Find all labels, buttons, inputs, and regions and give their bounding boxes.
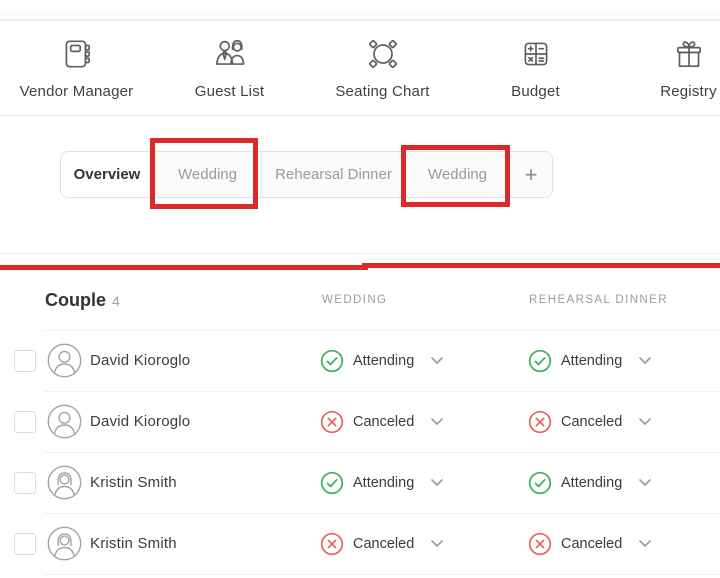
tab-overview[interactable]: Overview [61,152,153,197]
nav-label: Registry [660,83,717,100]
row-checkbox[interactable] [14,350,36,372]
nav-item-seating-chart[interactable]: Seating Chart [306,21,459,115]
table-row: Kristin Smith Attending Attending [0,452,720,513]
guest-name: Kristin Smith [90,535,177,552]
avatar [47,343,82,378]
nav-item-vendor-manager[interactable]: Vendor Manager [0,21,153,115]
canceled-x-icon [320,410,344,434]
couple-count-badge: 4 [112,293,120,309]
avatar [47,465,82,500]
wedding-status-dropdown[interactable]: Canceled [320,409,460,435]
rehearsal-status-dropdown[interactable]: Attending [528,348,668,374]
guest-list-tab-bar: Overview Wedding Rehearsal Dinner Weddin… [60,151,553,198]
nav-item-registry[interactable]: Registry [612,21,720,115]
nav-label: Seating Chart [335,83,430,100]
status-label: Attending [561,353,623,369]
section-divider [0,253,720,254]
canceled-x-icon [528,410,552,434]
wedding-status-dropdown[interactable]: Attending [320,470,460,496]
top-hairline [0,14,720,15]
round-table-icon [368,40,397,68]
table-row: David Kioroglo Attending Attending [0,330,720,391]
nav-label: Guest List [194,83,265,100]
address-book-icon [65,40,90,68]
attending-check-icon [320,471,344,495]
row-checkbox[interactable] [14,411,36,433]
tab-wedding-1[interactable]: Wedding [153,152,261,197]
tab-rehearsal-dinner[interactable]: Rehearsal Dinner [261,152,405,197]
couple-column-header: Couple [45,290,106,310]
guest-name: Kristin Smith [90,474,177,491]
row-checkbox[interactable] [14,533,36,555]
guest-table: David Kioroglo Attending Attending David… [0,330,720,575]
status-label: Canceled [561,536,623,552]
guest-name: David Kioroglo [90,413,191,430]
status-label: Canceled [353,536,415,552]
avatar [47,526,82,561]
wedding-status-dropdown[interactable]: Canceled [320,531,460,557]
chevron-down-icon [431,479,443,486]
table-row: Kristin Smith Canceled Canceled [0,513,720,574]
wedding-status-dropdown[interactable]: Attending [320,348,460,374]
nav-item-budget[interactable]: Budget [459,21,612,115]
rehearsal-status-dropdown[interactable]: Canceled [528,531,668,557]
row-checkbox[interactable] [14,472,36,494]
chevron-down-icon [639,418,651,425]
rehearsal-status-dropdown[interactable]: Attending [528,470,668,496]
canceled-x-icon [320,532,344,556]
wedding-column-header: WEDDING [322,294,388,306]
annotation-line-right [362,263,720,268]
attending-check-icon [528,471,552,495]
chevron-down-icon [639,357,651,364]
table-header: Couple 4 WEDDING REHEARSAL DINNER [0,290,720,318]
tab-wedding-2[interactable]: Wedding [405,152,509,197]
attending-check-icon [320,349,344,373]
guest-list-page: Vendor Manager Guest List Seating Chart [0,0,720,578]
table-row: David Kioroglo Canceled Canceled [0,391,720,452]
guest-name: David Kioroglo [90,352,191,369]
avatar [47,404,82,439]
chevron-down-icon [431,418,443,425]
female-avatar-icon [47,465,82,500]
attending-check-icon [528,349,552,373]
gift-icon [676,41,701,68]
chevron-down-icon [431,540,443,547]
rehearsal-status-dropdown[interactable]: Canceled [528,409,668,435]
annotation-line-left [0,265,368,270]
add-list-button[interactable]: + [509,152,552,197]
status-label: Canceled [353,414,415,430]
nav-item-guest-list[interactable]: Guest List [153,21,306,115]
chevron-down-icon [639,479,651,486]
status-label: Attending [353,353,415,369]
male-avatar-icon [47,343,82,378]
female-avatar-icon [47,526,82,561]
chevron-down-icon [639,540,651,547]
status-label: Canceled [561,414,623,430]
nav-label: Vendor Manager [19,83,134,100]
nav-label: Budget [511,83,560,100]
male-avatar-icon [47,404,82,439]
canceled-x-icon [528,532,552,556]
rehearsal-column-header: REHEARSAL DINNER [529,294,668,306]
status-label: Attending [561,475,623,491]
calculator-icon [524,42,547,66]
top-nav: Vendor Manager Guest List Seating Chart [0,21,720,116]
chevron-down-icon [431,357,443,364]
status-label: Attending [353,475,415,491]
couple-icon [215,39,244,65]
